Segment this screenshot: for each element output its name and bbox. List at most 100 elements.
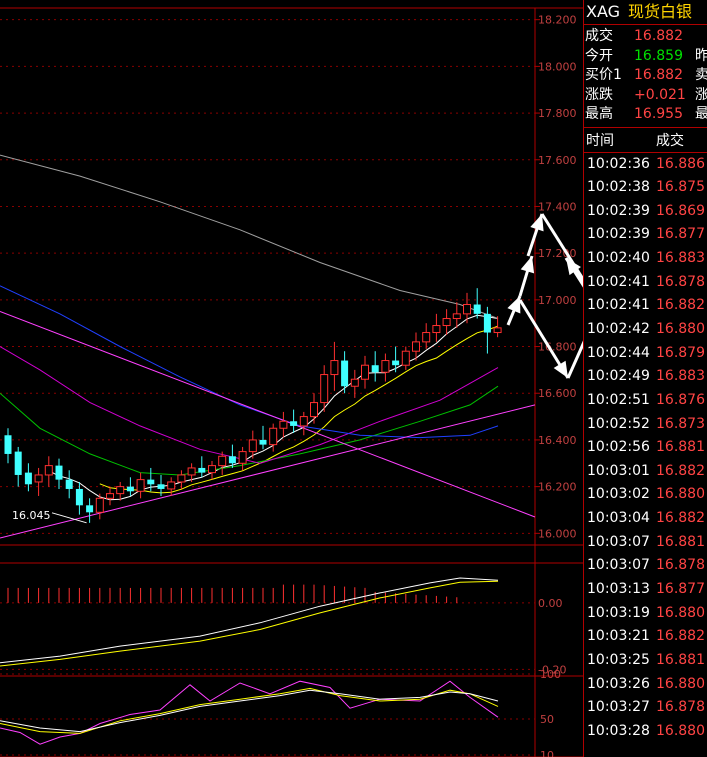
tick-row[interactable]: 10:02:49 16.883 bbox=[584, 365, 707, 389]
quote-row: 最高 16.955 最 bbox=[584, 105, 707, 125]
quote-label-right: 昨 bbox=[695, 47, 707, 67]
tick-row[interactable]: 10:03:19 16.880 bbox=[584, 602, 707, 626]
tick-row[interactable]: 10:02:41 16.878 bbox=[584, 271, 707, 295]
candle-body bbox=[310, 402, 318, 418]
tick-time: 10:03:07 bbox=[587, 557, 650, 574]
quote-label: 买价1 bbox=[585, 67, 622, 83]
tick-row[interactable]: 10:03:27 16.878 bbox=[584, 696, 707, 720]
tick-row[interactable]: 10:02:56 16.881 bbox=[584, 436, 707, 460]
candle-body bbox=[473, 304, 481, 314]
candle-body bbox=[422, 332, 431, 343]
quote-label: 最高 bbox=[585, 106, 613, 122]
macd-dif-line bbox=[0, 577, 499, 664]
trendline-down bbox=[0, 311, 536, 518]
tick-time: 10:02:39 bbox=[587, 202, 650, 219]
quote-value: 16.859 bbox=[634, 47, 683, 64]
candle-body bbox=[106, 493, 114, 499]
tick-price: 16.882 bbox=[656, 628, 705, 645]
tick-time: 10:03:04 bbox=[587, 510, 650, 527]
quote-label-right: 最 bbox=[695, 105, 707, 125]
kdj-j-line bbox=[0, 680, 499, 745]
tick-row[interactable]: 10:02:41 16.882 bbox=[584, 294, 707, 318]
candle-body bbox=[187, 467, 196, 476]
tick-row[interactable]: 10:02:36 16.886 bbox=[584, 153, 707, 177]
tick-row[interactable]: 10:02:44 16.879 bbox=[584, 342, 707, 366]
tick-row[interactable]: 10:03:28 16.880 bbox=[584, 720, 707, 744]
quote-summary: 成交 16.882 今开 16.859 昨买价1 16.882 卖涨跌 +0.021 涨最高 16… bbox=[584, 25, 707, 128]
candle-body bbox=[320, 374, 329, 404]
tick-list[interactable]: 10:02:36 16.886 10:02:38 16.875 10:02:39 16.8… bbox=[584, 153, 707, 744]
ma10-line bbox=[99, 325, 498, 494]
quote-row: 成交 16.882 bbox=[584, 27, 707, 47]
tick-price: 16.880 bbox=[656, 675, 705, 692]
y-tick-label: 17.000 bbox=[538, 294, 577, 307]
tick-row[interactable]: 10:03:07 16.878 bbox=[584, 554, 707, 578]
candle-body bbox=[412, 341, 420, 352]
tick-row[interactable]: 10:02:39 16.869 bbox=[584, 200, 707, 224]
tick-row[interactable]: 10:03:07 16.881 bbox=[584, 531, 707, 555]
tick-row[interactable]: 10:03:01 16.882 bbox=[584, 460, 707, 484]
y-tick-label: 17.400 bbox=[538, 200, 577, 213]
tick-price: 16.878 bbox=[656, 273, 705, 290]
candle-body bbox=[34, 474, 43, 483]
tick-time: 10:02:41 bbox=[587, 297, 650, 314]
tick-price: 16.876 bbox=[656, 391, 705, 408]
candle-body bbox=[259, 439, 267, 445]
quote-label-right: 卖 bbox=[695, 66, 707, 86]
candle-body bbox=[208, 465, 216, 474]
chart-area[interactable]: 16.000 16.200 16.400 16.600 16.800 17.000 17.2… bbox=[0, 0, 583, 757]
tick-time: 10:02:49 bbox=[587, 368, 650, 385]
candle-body bbox=[248, 439, 257, 453]
candle-body bbox=[86, 505, 94, 513]
candle-body bbox=[371, 365, 379, 373]
candle-body bbox=[14, 451, 22, 475]
candle-body bbox=[126, 486, 134, 492]
candle-body bbox=[341, 360, 349, 387]
quote-value: 16.882 bbox=[634, 28, 683, 44]
tick-row[interactable]: 10:03:04 16.882 bbox=[584, 507, 707, 531]
tick-row[interactable]: 10:02:52 16.873 bbox=[584, 413, 707, 437]
candle-body bbox=[392, 360, 400, 366]
tick-price: 16.880 bbox=[656, 604, 705, 621]
tick-time: 10:02:41 bbox=[587, 273, 650, 290]
arrow-down-3-head bbox=[553, 360, 568, 378]
tick-row[interactable]: 10:03:26 16.880 bbox=[584, 673, 707, 697]
candle-body bbox=[157, 484, 165, 489]
tick-time: 10:02:51 bbox=[587, 391, 650, 408]
tick-price: 16.886 bbox=[656, 155, 705, 172]
candle-body bbox=[432, 325, 441, 334]
tick-time: 10:02:39 bbox=[587, 226, 650, 243]
kdj-d-line bbox=[0, 689, 499, 733]
candle-body bbox=[95, 497, 104, 513]
tick-row[interactable]: 10:02:38 16.875 bbox=[584, 176, 707, 200]
candle-body bbox=[4, 435, 12, 454]
tick-row[interactable]: 10:03:25 16.881 bbox=[584, 649, 707, 673]
candle-body bbox=[299, 416, 308, 427]
tick-row[interactable]: 10:02:39 16.877 bbox=[584, 223, 707, 247]
tick-row[interactable]: 10:03:13 16.877 bbox=[584, 578, 707, 602]
tick-price: 16.881 bbox=[656, 439, 705, 456]
tick-row[interactable]: 10:03:21 16.882 bbox=[584, 625, 707, 649]
tick-row[interactable]: 10:02:51 16.876 bbox=[584, 389, 707, 413]
candle-body bbox=[136, 479, 145, 492]
tick-row[interactable]: 10:02:40 16.883 bbox=[584, 247, 707, 271]
tick-time: 10:03:21 bbox=[587, 628, 650, 645]
tick-row[interactable]: 10:02:42 16.880 bbox=[584, 318, 707, 342]
tick-time: 10:03:28 bbox=[587, 722, 650, 739]
tick-price: 16.877 bbox=[656, 581, 705, 598]
quote-value: +0.021 bbox=[634, 86, 686, 103]
kdj-tick-label: 100 bbox=[540, 668, 561, 681]
tick-price: 16.881 bbox=[656, 533, 705, 550]
kline-chart-svg[interactable]: 16.00016.20016.40016.60016.80017.00017.2… bbox=[0, 0, 583, 757]
ma5-line bbox=[48, 314, 498, 501]
candle-body bbox=[228, 456, 236, 464]
candle-body bbox=[350, 378, 359, 387]
tick-time: 10:03:25 bbox=[587, 651, 650, 668]
candle-body bbox=[238, 451, 247, 464]
tick-price: 16.880 bbox=[656, 320, 705, 337]
candle-body bbox=[65, 479, 73, 489]
tick-price: 16.869 bbox=[656, 202, 705, 219]
tick-price: 16.878 bbox=[656, 557, 705, 574]
tick-row[interactable]: 10:03:02 16.880 bbox=[584, 483, 707, 507]
candle-body bbox=[361, 364, 369, 380]
